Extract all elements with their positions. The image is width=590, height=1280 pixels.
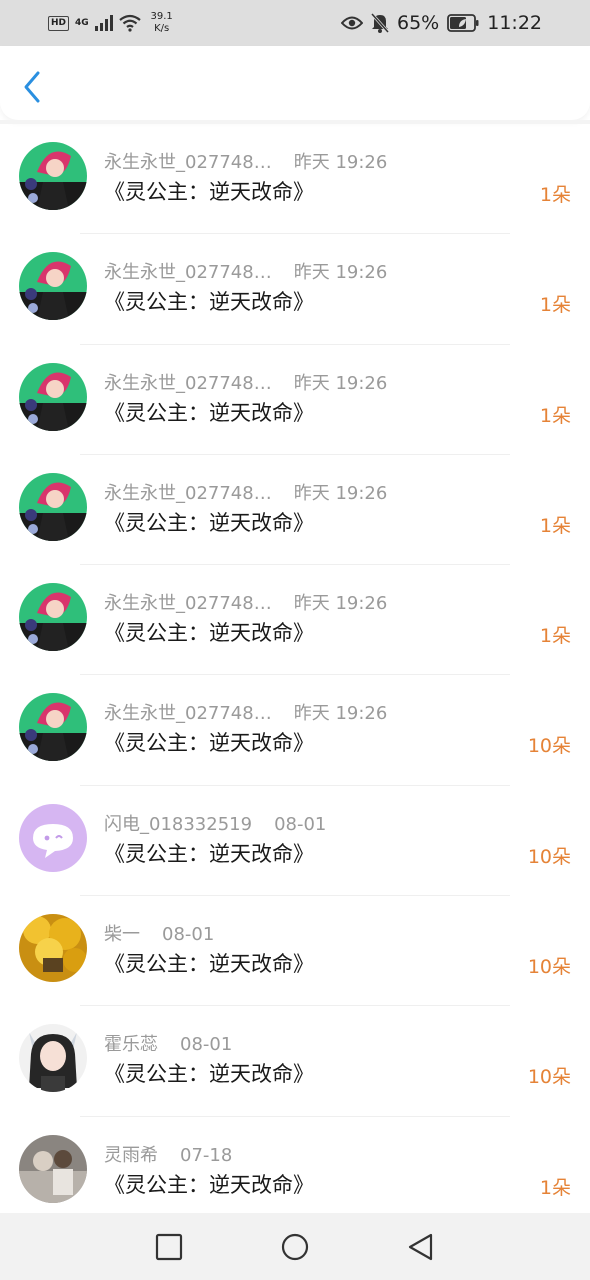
flower-count: 1朵 xyxy=(539,294,571,317)
item-time: 昨天 19:26 xyxy=(293,593,388,615)
avatar[interactable] xyxy=(19,803,87,872)
item-meta: 灵雨希 07-18 xyxy=(104,1141,232,1167)
avatar[interactable] xyxy=(19,1134,87,1203)
user-name: 柴一 xyxy=(104,924,140,946)
list-item[interactable]: 永生永世_027748… 昨天 19:26 《灵公主：逆天改命》 1朵 xyxy=(0,234,590,345)
user-name: 永生永世_027748… xyxy=(104,152,272,173)
item-meta: 永生永世_027748… 昨天 19:26 xyxy=(104,148,387,174)
net-speed-unit: K/s xyxy=(154,23,170,34)
item-meta: 永生永世_027748… 昨天 19:26 xyxy=(104,589,387,615)
book-title: 《灵公主：逆天改命》 xyxy=(104,952,314,977)
item-meta: 霍乐蕊 08-01 xyxy=(104,1030,232,1056)
book-title: 《灵公主：逆天改命》 xyxy=(104,290,314,315)
user-name: 永生永世_027748… xyxy=(104,593,272,615)
book-title: 《灵公主：逆天改命》 xyxy=(104,841,314,866)
user-name: 永生永世_027748… xyxy=(104,482,272,504)
item-meta: 永生永世_027748… 昨天 19:26 xyxy=(104,479,387,505)
status-bar-left: HD 4G 39.1 K/s xyxy=(48,8,177,38)
avatar[interactable] xyxy=(19,362,87,431)
app-header xyxy=(0,46,590,120)
list-item[interactable]: 霍乐蕊 08-01 《灵公主：逆天改命》 10朵 xyxy=(0,1006,590,1117)
list-item[interactable]: 永生永世_027748… 昨天 19:26 《灵公主：逆天改命》 1朵 xyxy=(0,345,590,455)
gift-record-list: 永生永世_027748… 昨天 19:26 《灵公主：逆天改命》 1朵 永生永世_… xyxy=(0,124,590,1227)
status-bar: HD 4G 39.1 K/s 65% 11:22 xyxy=(0,0,590,46)
user-name: 闪电_018332519 xyxy=(104,813,253,835)
list-item[interactable]: 灵雨希 07-18 《灵公主：逆天改命》 1朵 xyxy=(0,1117,590,1227)
chevron-left-icon[interactable] xyxy=(18,70,48,104)
flower-count: 10朵 xyxy=(527,1066,571,1089)
user-name: 霍乐蕊 xyxy=(104,1034,158,1056)
item-meta: 永生永世_027748… 昨天 19:26 xyxy=(104,699,387,725)
book-title: 《灵公主：逆天改命》 xyxy=(104,1062,314,1087)
avatar[interactable] xyxy=(19,1024,87,1093)
flower-count: 10朵 xyxy=(527,735,571,758)
list-item[interactable]: 柴一 08-01 《灵公主：逆天改命》 10朵 xyxy=(0,896,590,1007)
avatar[interactable] xyxy=(19,914,87,983)
item-time: 07-18 xyxy=(180,1144,233,1166)
user-name: 永生永世_027748… xyxy=(104,262,272,284)
item-time: 昨天 19:26 xyxy=(293,482,388,504)
item-meta: 柴一 08-01 xyxy=(104,920,214,946)
user-name: 永生永世_027748… xyxy=(104,372,272,394)
item-time: 昨天 19:26 xyxy=(293,372,388,394)
item-time: 08-01 xyxy=(180,1034,233,1056)
list-item[interactable]: 永生永世_027748… 昨天 19:26 《灵公主：逆天改命》 1朵 xyxy=(0,565,590,676)
book-title: 《灵公主：逆天改命》 xyxy=(104,731,314,756)
avatar[interactable] xyxy=(19,583,87,652)
item-time: 08-01 xyxy=(162,924,215,946)
item-time: 08-01 xyxy=(274,813,327,835)
flower-count: 1朵 xyxy=(539,404,571,427)
net-speed: 39.1 K/s xyxy=(147,11,177,35)
item-time: 昨天 19:26 xyxy=(293,152,388,173)
triangle-back-icon[interactable] xyxy=(406,1232,436,1262)
book-title: 《灵公主：逆天改命》 xyxy=(104,400,314,425)
mute-bell-icon xyxy=(371,13,389,33)
system-nav-bar xyxy=(0,1213,590,1280)
wifi-icon xyxy=(118,14,141,32)
avatar[interactable] xyxy=(19,142,87,210)
user-name: 灵雨希 xyxy=(104,1144,158,1166)
clock: 11:22 xyxy=(487,12,542,34)
flower-count: 1朵 xyxy=(539,184,571,206)
avatar[interactable] xyxy=(19,472,87,541)
item-meta: 闪电_018332519 08-01 xyxy=(104,810,326,836)
battery-icon xyxy=(447,14,479,32)
avatar[interactable] xyxy=(19,693,87,762)
book-title: 《灵公主：逆天改命》 xyxy=(104,180,314,204)
item-meta: 永生永世_027748… 昨天 19:26 xyxy=(104,369,387,395)
user-name: 永生永世_027748… xyxy=(104,703,272,725)
list-item[interactable]: 闪电_018332519 08-01 《灵公主：逆天改命》 10朵 xyxy=(0,786,590,897)
book-title: 《灵公主：逆天改命》 xyxy=(104,1172,314,1197)
square-icon[interactable] xyxy=(154,1232,184,1262)
signal-icon xyxy=(94,15,113,31)
flower-count: 1朵 xyxy=(539,514,571,537)
flower-count: 1朵 xyxy=(539,625,571,648)
item-meta: 永生永世_027748… 昨天 19:26 xyxy=(104,258,387,284)
circle-icon[interactable] xyxy=(280,1232,310,1262)
flower-count: 10朵 xyxy=(527,845,571,868)
item-time: 昨天 19:26 xyxy=(293,262,388,284)
battery-percent: 65% xyxy=(397,12,440,34)
status-bar-right: 65% 11:22 xyxy=(341,8,542,38)
eye-icon xyxy=(341,16,363,30)
hd-badge: HD xyxy=(48,15,70,31)
avatar[interactable] xyxy=(19,252,87,321)
list-item[interactable]: 永生永世_027748… 昨天 19:26 《灵公主：逆天改命》 10朵 xyxy=(0,675,590,786)
list-item[interactable]: 永生永世_027748… 昨天 19:26 《灵公主：逆天改命》 1朵 xyxy=(0,455,590,566)
list-item[interactable]: 永生永世_027748… 昨天 19:26 《灵公主：逆天改命》 1朵 xyxy=(0,124,590,235)
network-type: 4G xyxy=(75,18,89,28)
item-time: 昨天 19:26 xyxy=(293,703,388,725)
flower-count: 10朵 xyxy=(527,956,571,979)
flower-count: 1朵 xyxy=(539,1176,571,1199)
book-title: 《灵公主：逆天改命》 xyxy=(104,621,314,646)
net-speed-value: 39.1 xyxy=(150,11,173,22)
book-title: 《灵公主：逆天改命》 xyxy=(104,510,314,535)
